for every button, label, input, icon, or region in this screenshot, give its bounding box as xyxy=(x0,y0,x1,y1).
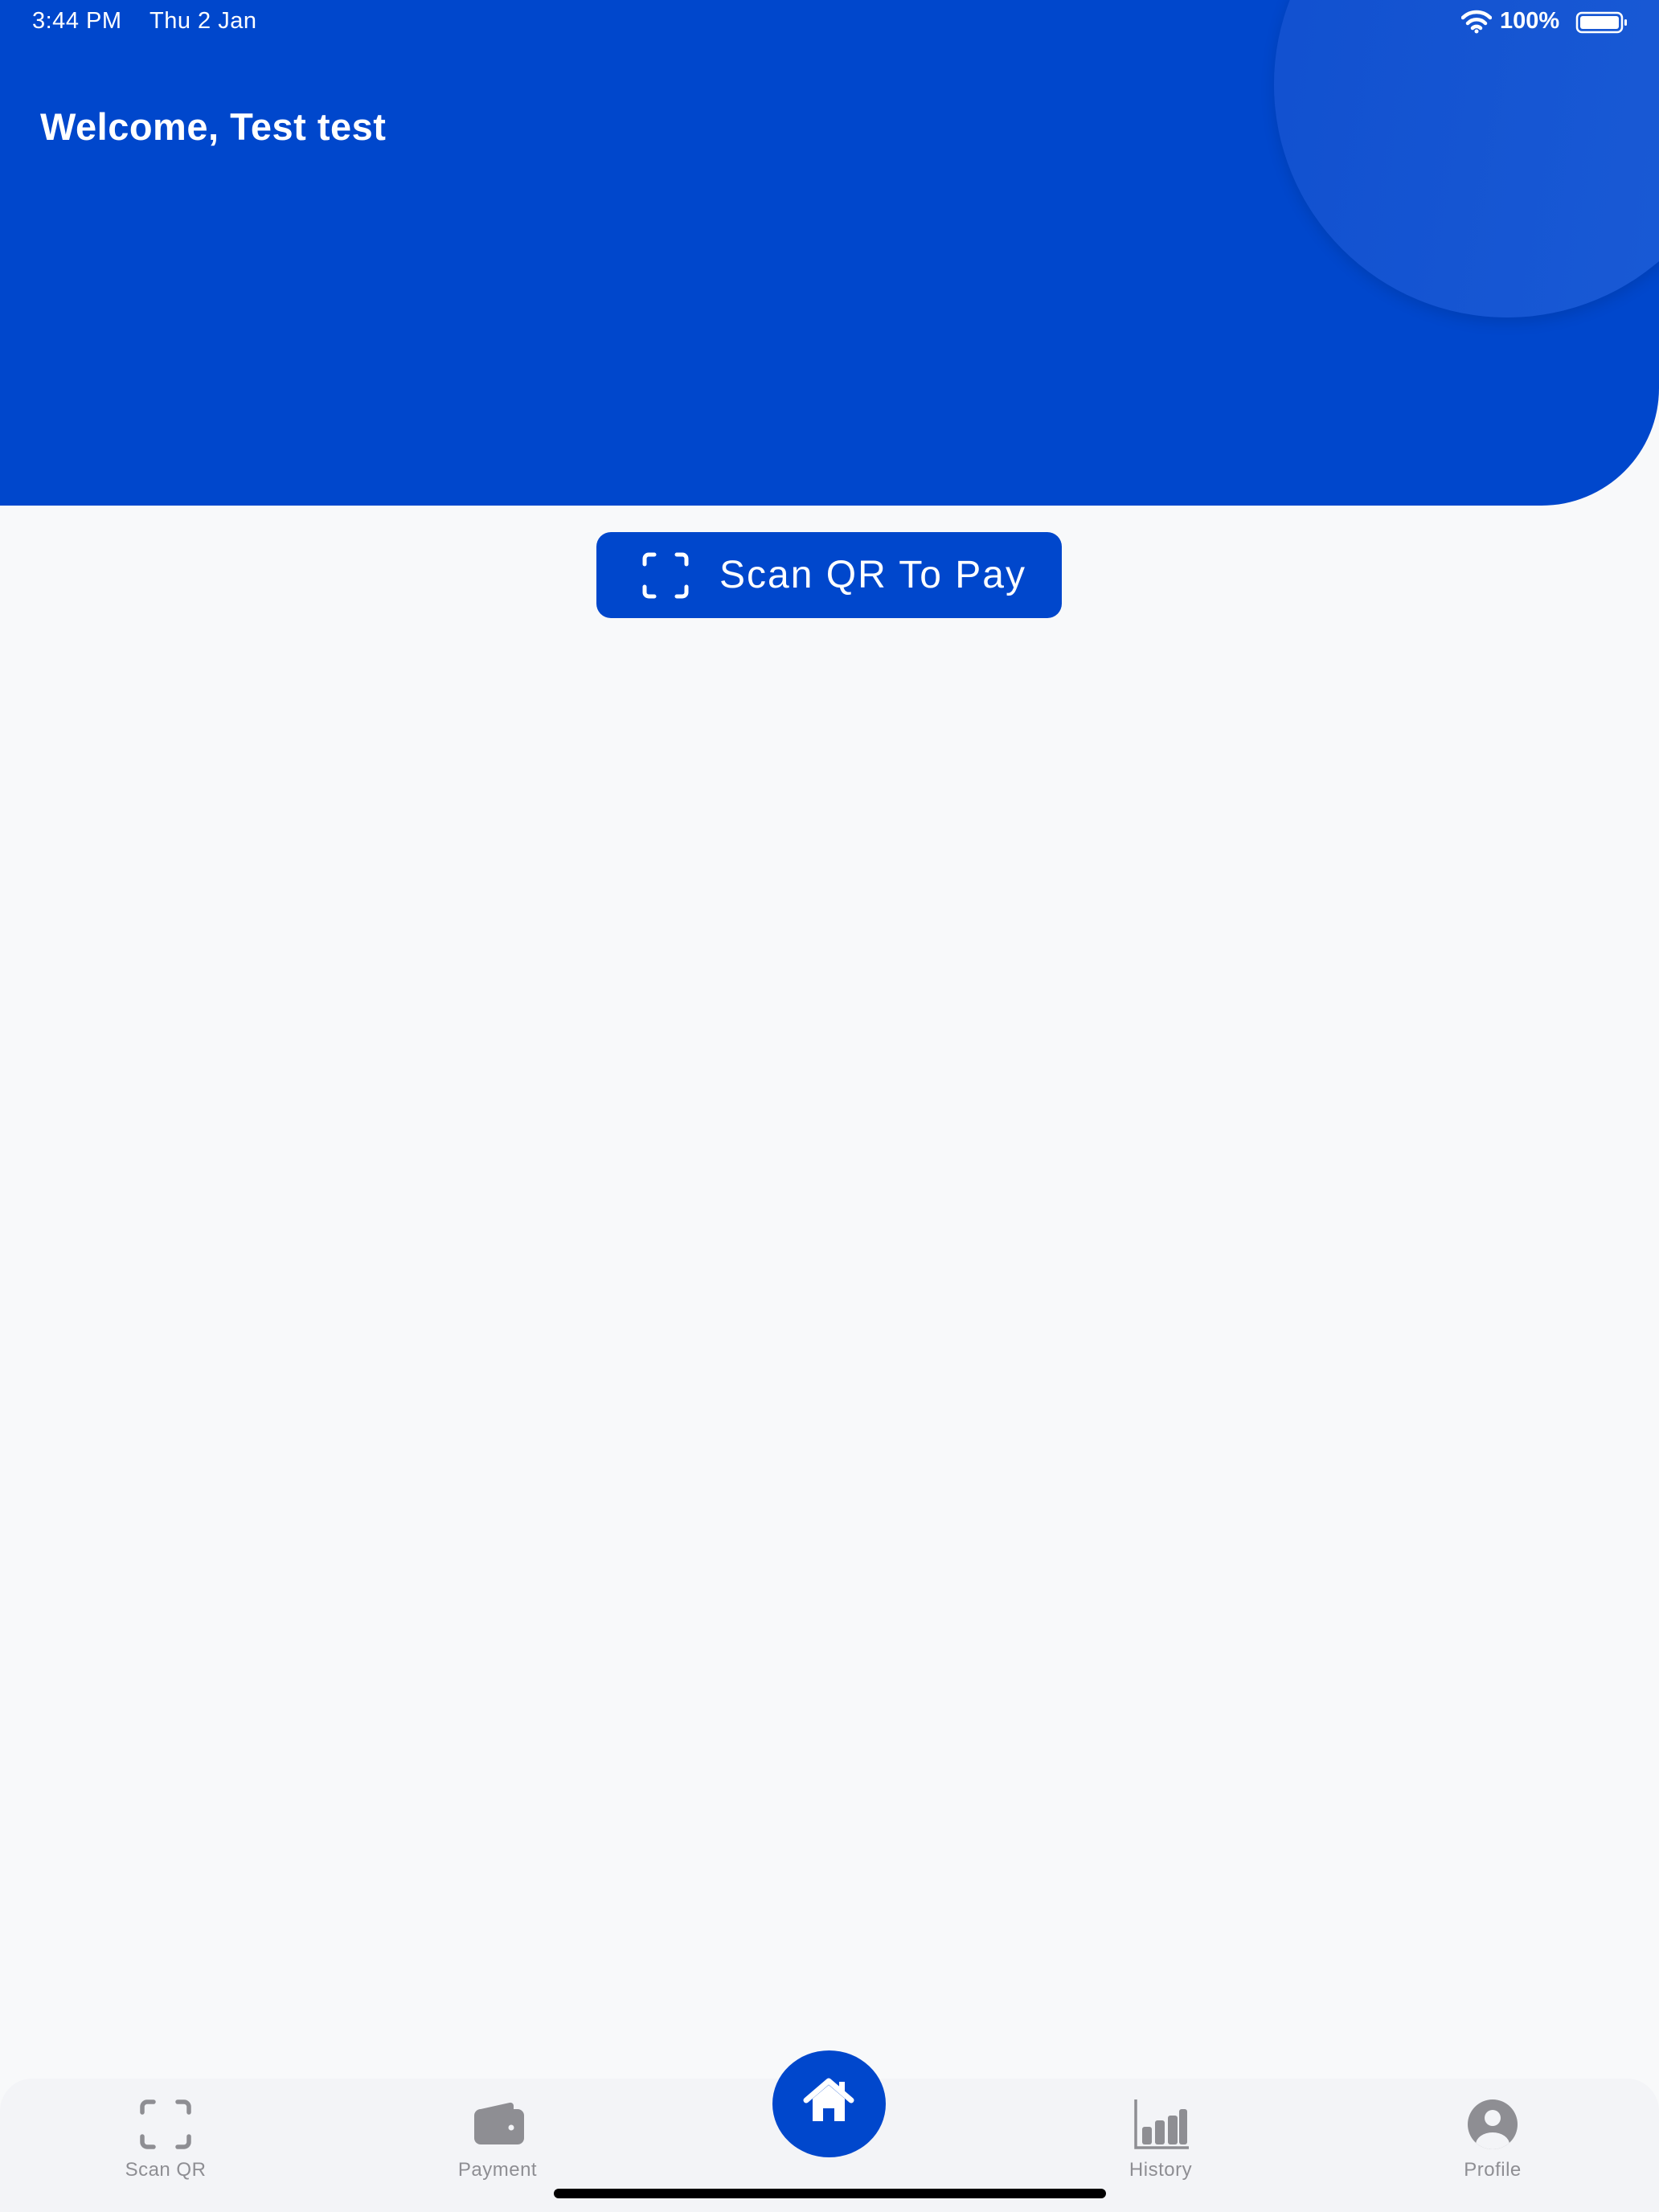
user-circle-icon xyxy=(1468,2099,1518,2149)
scan-frame-icon xyxy=(140,2099,191,2149)
tab-label: Payment xyxy=(457,2159,538,2181)
welcome-title: Welcome, Test test xyxy=(40,105,387,148)
tab-history[interactable]: History xyxy=(1088,2087,1233,2181)
status-time: 3:44 PM xyxy=(32,8,122,34)
header-banner: Welcome, Test test xyxy=(0,0,1659,506)
home-icon xyxy=(803,2078,854,2121)
tab-profile[interactable]: Profile xyxy=(1420,2087,1565,2181)
bar-chart-icon xyxy=(1134,2099,1189,2149)
tab-label: Scan QR xyxy=(125,2159,207,2181)
status-date: Thu 2 Jan xyxy=(150,8,257,34)
wallet-icon xyxy=(474,2102,524,2144)
decorative-circle xyxy=(1274,0,1659,317)
scan-qr-to-pay-button[interactable]: Scan QR To Pay xyxy=(596,532,1062,618)
tab-scan-qr[interactable]: Scan QR xyxy=(93,2087,238,2181)
home-indicator xyxy=(554,2189,1106,2198)
battery-icon xyxy=(1575,11,1627,34)
scan-button-label: Scan QR To Pay xyxy=(719,554,1026,596)
tab-label: History xyxy=(1129,2159,1193,2181)
status-bar: 3:44 PM Thu 2 Jan 100% xyxy=(0,0,1659,45)
tab-home-button[interactable] xyxy=(772,2050,886,2157)
home-screen: Welcome, Test test 3:44 PM Thu 2 Jan 100… xyxy=(0,0,1659,2212)
scan-frame-icon xyxy=(642,552,689,599)
tab-label: Profile xyxy=(1464,2159,1522,2181)
wifi-icon xyxy=(1461,10,1492,34)
tab-payment[interactable]: Payment xyxy=(425,2087,570,2181)
battery-percent: 100% xyxy=(1500,8,1560,34)
